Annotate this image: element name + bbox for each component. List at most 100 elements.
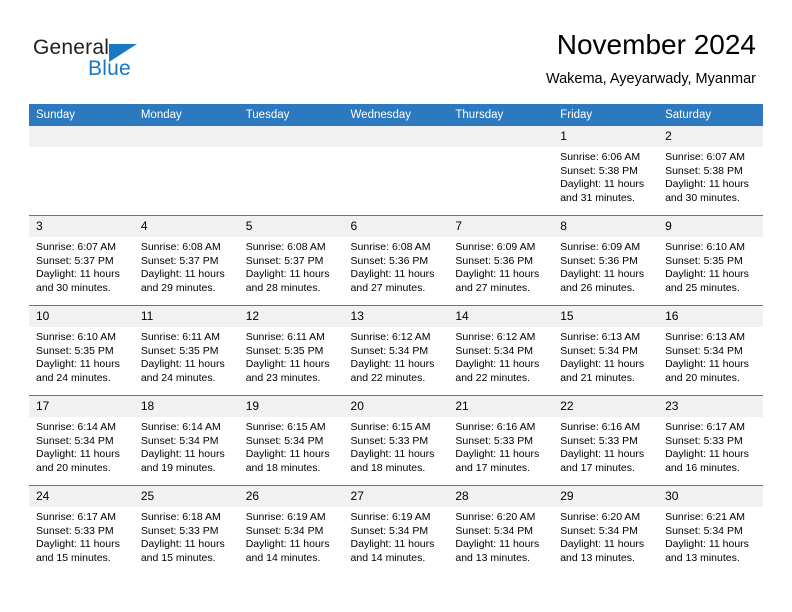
sunrise-text: Sunrise: 6:21 AM: [665, 511, 746, 523]
daylight-text: Daylight: 11 hours and 24 minutes.: [36, 358, 120, 384]
weekday-header-row: Sunday Monday Tuesday Wednesday Thursday…: [29, 104, 763, 126]
day-number: 28: [448, 486, 554, 507]
calendar-day-cell[interactable]: 14 Sunrise: 6:12 AM Sunset: 5:34 PM Dayligh…: [448, 305, 554, 396]
calendar-day-cell[interactable]: 11 Sunrise: 6:11 AM Sunset: 5:35 PM Dayligh…: [133, 305, 239, 396]
daylight-text: Daylight: 11 hours and 13 minutes.: [665, 538, 749, 564]
sunrise-text: Sunrise: 6:11 AM: [140, 331, 221, 343]
sunrise-text: Sunrise: 6:17 AM: [36, 511, 116, 523]
sunrise-text: Sunrise: 6:08 AM: [140, 241, 221, 253]
day-number: 26: [238, 486, 344, 507]
sunset-text: Sunset: 5:37 PM: [245, 254, 324, 267]
daylight-text: Daylight: 11 hours and 21 minutes.: [560, 358, 645, 384]
day-number: 14: [448, 306, 554, 327]
day-number: 22: [553, 396, 659, 417]
calendar-day-cell[interactable]: 10 Sunrise: 6:10 AM Sunset: 5:35 PM Dayligh…: [29, 305, 134, 396]
day-details: Sunrise: 6:19 AM Sunset: 5:34 PM Daylight:…: [239, 507, 344, 565]
calendar-day-cell[interactable]: 25 Sunrise: 6:18 AM Sunset: 5:33 PM Dayligh…: [133, 485, 239, 575]
calendar-day-cell[interactable]: 23 Sunrise: 6:17 AM Sunset: 5:33 PM Dayligh…: [658, 395, 763, 486]
calendar-day-cell[interactable]: 12 Sunrise: 6:11 AM Sunset: 5:35 PM Dayligh…: [238, 305, 344, 396]
sunrise-text: Sunrise: 6:10 AM: [36, 331, 116, 343]
daylight-text: Daylight: 11 hours and 24 minutes.: [140, 358, 225, 384]
calendar-day-cell[interactable]: 16 Sunrise: 6:13 AM Sunset: 5:34 PM Dayligh…: [658, 305, 763, 396]
day-details: Sunrise: 6:17 AM Sunset: 5:33 PM Daylight:…: [29, 507, 134, 565]
calendar-day-cell[interactable]: 20 Sunrise: 6:15 AM Sunset: 5:33 PM Dayligh…: [343, 395, 449, 486]
calendar-week-row: 3 Sunrise: 6:07 AM Sunset: 5:37 PM Daylight…: [29, 215, 763, 306]
day-number: 7: [448, 216, 554, 237]
day-number: 4: [133, 216, 239, 237]
day-details: Sunrise: 6:11 AM Sunset: 5:35 PM Daylight:…: [239, 327, 344, 385]
weekday-header-thursday: Thursday: [448, 104, 554, 126]
calendar-day-cell[interactable]: 15 Sunrise: 6:13 AM Sunset: 5:34 PM Dayligh…: [553, 305, 659, 396]
calendar-day-cell[interactable]: 13 Sunrise: 6:12 AM Sunset: 5:34 PM Dayligh…: [343, 305, 449, 396]
daylight-text: Daylight: 11 hours and 20 minutes.: [665, 358, 749, 384]
day-number: 17: [29, 396, 134, 417]
calendar-day-cell[interactable]: 7 Sunrise: 6:09 AM Sunset: 5:36 PM Daylight…: [448, 215, 554, 306]
daylight-text: Daylight: 11 hours and 27 minutes.: [455, 268, 540, 294]
calendar-day-cell[interactable]: 5 Sunrise: 6:08 AM Sunset: 5:37 PM Daylight…: [238, 215, 344, 306]
day-number: 10: [29, 306, 134, 327]
calendar-day-cell[interactable]: 2 Sunrise: 6:07 AM Sunset: 5:38 PM Daylight…: [658, 126, 763, 216]
sunset-text: Sunset: 5:33 PM: [560, 434, 638, 447]
calendar-table: Sunday Monday Tuesday Wednesday Thursday…: [29, 104, 763, 575]
sunset-text: Sunset: 5:34 PM: [245, 434, 324, 447]
calendar-day-cell[interactable]: 1 Sunrise: 6:06 AM Sunset: 5:38 PM Daylight…: [553, 126, 659, 216]
calendar-day-cell[interactable]: 26 Sunrise: 6:19 AM Sunset: 5:34 PM Dayligh…: [238, 485, 344, 575]
day-number: 20: [343, 396, 449, 417]
day-details: Sunrise: 6:16 AM Sunset: 5:33 PM Daylight:…: [448, 417, 553, 475]
sunset-text: Sunset: 5:34 PM: [455, 524, 534, 537]
calendar-day-cell[interactable]: 18 Sunrise: 6:14 AM Sunset: 5:34 PM Dayligh…: [133, 395, 239, 486]
day-number: 2: [658, 126, 763, 147]
daylight-text: Daylight: 11 hours and 18 minutes.: [350, 448, 435, 474]
calendar-day-cell[interactable]: 28 Sunrise: 6:20 AM Sunset: 5:34 PM Dayligh…: [448, 485, 554, 575]
day-number: 5: [238, 216, 344, 237]
sunset-text: Sunset: 5:36 PM: [350, 254, 429, 267]
calendar-day-cell-empty: [133, 126, 239, 216]
sunrise-text: Sunrise: 6:17 AM: [665, 421, 746, 433]
calendar-day-cell[interactable]: 17 Sunrise: 6:14 AM Sunset: 5:34 PM Dayligh…: [29, 395, 134, 486]
calendar-day-cell[interactable]: 29 Sunrise: 6:20 AM Sunset: 5:34 PM Dayligh…: [553, 485, 659, 575]
day-number: 30: [658, 486, 763, 507]
sunrise-text: Sunrise: 6:20 AM: [455, 511, 536, 523]
day-details: Sunrise: 6:07 AM Sunset: 5:38 PM Daylight:…: [658, 147, 763, 205]
weekday-header-tuesday: Tuesday: [238, 104, 344, 126]
sunset-text: Sunset: 5:36 PM: [560, 254, 638, 267]
day-details: Sunrise: 6:13 AM Sunset: 5:34 PM Daylight:…: [658, 327, 763, 385]
day-details: Sunrise: 6:17 AM Sunset: 5:33 PM Daylight:…: [658, 417, 763, 475]
day-number: 6: [343, 216, 449, 237]
daylight-text: Daylight: 11 hours and 15 minutes.: [140, 538, 225, 564]
day-number: 9: [658, 216, 763, 237]
day-number: 8: [553, 216, 659, 237]
day-details: Sunrise: 6:14 AM Sunset: 5:34 PM Daylight:…: [29, 417, 134, 475]
calendar-day-cell[interactable]: 4 Sunrise: 6:08 AM Sunset: 5:37 PM Daylight…: [133, 215, 239, 306]
daylight-text: Daylight: 11 hours and 25 minutes.: [665, 268, 749, 294]
day-details: Sunrise: 6:18 AM Sunset: 5:33 PM Daylight:…: [134, 507, 239, 565]
calendar-day-cell[interactable]: 6 Sunrise: 6:08 AM Sunset: 5:36 PM Daylight…: [343, 215, 449, 306]
daylight-text: Daylight: 11 hours and 16 minutes.: [665, 448, 749, 474]
sunrise-text: Sunrise: 6:14 AM: [140, 421, 221, 433]
calendar-day-cell[interactable]: 19 Sunrise: 6:15 AM Sunset: 5:34 PM Dayligh…: [238, 395, 344, 486]
day-number: 13: [343, 306, 449, 327]
day-details: Sunrise: 6:10 AM Sunset: 5:35 PM Daylight:…: [29, 327, 134, 385]
calendar-day-cell[interactable]: 3 Sunrise: 6:07 AM Sunset: 5:37 PM Daylight…: [29, 215, 134, 306]
sunset-text: Sunset: 5:35 PM: [36, 344, 114, 357]
daylight-text: Daylight: 11 hours and 22 minutes.: [455, 358, 540, 384]
calendar-day-cell[interactable]: 24 Sunrise: 6:17 AM Sunset: 5:33 PM Dayligh…: [29, 485, 134, 575]
calendar-day-cell[interactable]: 22 Sunrise: 6:16 AM Sunset: 5:33 PM Dayligh…: [553, 395, 659, 486]
sunset-text: Sunset: 5:34 PM: [350, 344, 429, 357]
sunrise-text: Sunrise: 6:19 AM: [350, 511, 431, 523]
sunset-text: Sunset: 5:34 PM: [560, 344, 638, 357]
day-number: 16: [658, 306, 763, 327]
calendar-body: 1 Sunrise: 6:06 AM Sunset: 5:38 PM Daylight…: [29, 126, 763, 575]
daylight-text: Daylight: 11 hours and 17 minutes.: [560, 448, 645, 474]
daylight-text: Daylight: 11 hours and 19 minutes.: [140, 448, 225, 474]
sunrise-text: Sunrise: 6:13 AM: [665, 331, 746, 343]
calendar-day-cell[interactable]: 27 Sunrise: 6:19 AM Sunset: 5:34 PM Dayligh…: [343, 485, 449, 575]
day-number: [133, 126, 239, 147]
calendar-day-cell[interactable]: 9 Sunrise: 6:10 AM Sunset: 5:35 PM Daylight…: [658, 215, 763, 306]
day-number: 23: [658, 396, 763, 417]
general-blue-logo[interactable]: General Blue: [33, 36, 193, 88]
calendar-week-row: 17 Sunrise: 6:14 AM Sunset: 5:34 PM Dayligh…: [29, 395, 763, 486]
calendar-day-cell[interactable]: 8 Sunrise: 6:09 AM Sunset: 5:36 PM Daylight…: [553, 215, 659, 306]
calendar-day-cell[interactable]: 21 Sunrise: 6:16 AM Sunset: 5:33 PM Dayligh…: [448, 395, 554, 486]
calendar-day-cell[interactable]: 30 Sunrise: 6:21 AM Sunset: 5:34 PM Dayligh…: [658, 485, 763, 575]
